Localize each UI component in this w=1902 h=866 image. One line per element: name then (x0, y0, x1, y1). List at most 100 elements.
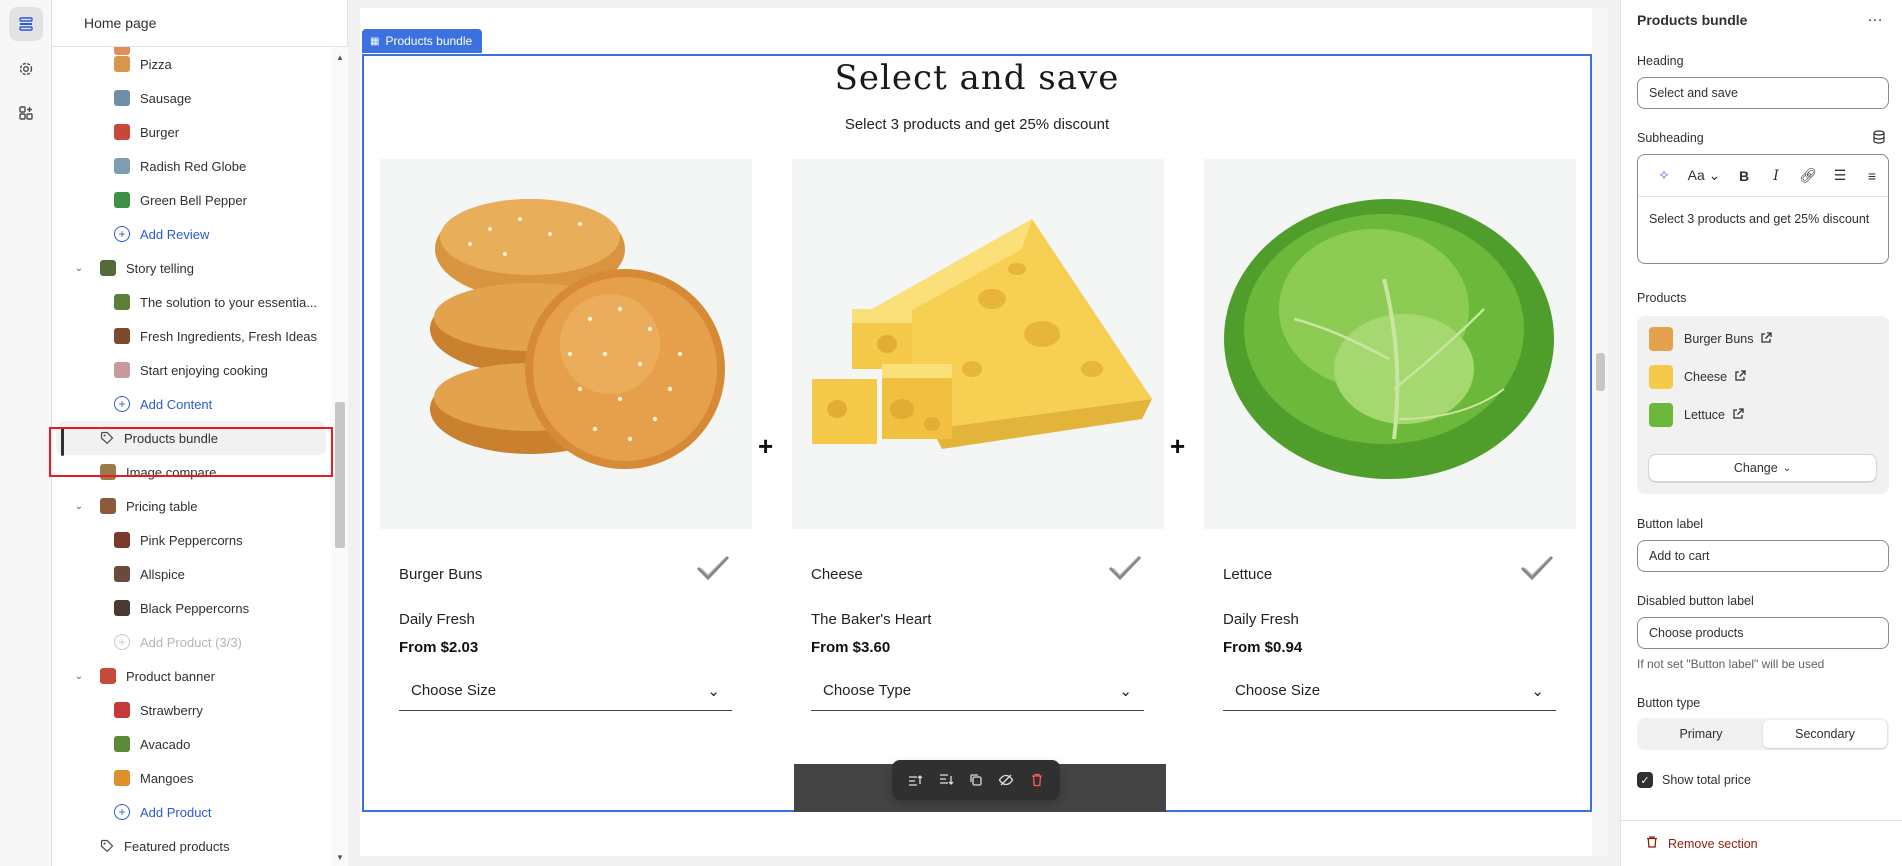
checkmark-icon[interactable] (1520, 554, 1554, 585)
add-block-add-review[interactable]: + Add Review (52, 217, 332, 251)
tree-item-strawberry[interactable]: Strawberry (52, 693, 332, 727)
chevron-down-icon[interactable]: ⌄ (72, 501, 86, 512)
tree-item-burger[interactable]: Burger (52, 115, 332, 149)
tree-item-label: Product banner (126, 668, 215, 684)
ai-sparkle-icon[interactable]: ✧ (1650, 163, 1678, 189)
product-thumbnail (1649, 403, 1673, 427)
product-price: From $3.60 (811, 639, 891, 656)
tag-icon (100, 431, 114, 445)
apps-icon[interactable] (9, 96, 43, 130)
variant-select[interactable]: Choose Type ⌄ (811, 671, 1144, 711)
more-options-icon[interactable]: … (1867, 8, 1884, 26)
change-products-button[interactable]: Change ⌄ (1648, 454, 1877, 482)
preview-scrollbar[interactable] (1592, 8, 1608, 856)
hide-icon[interactable] (995, 769, 1017, 791)
bold-icon[interactable]: B (1730, 163, 1758, 189)
disabled-button-label-input[interactable]: Choose products (1637, 617, 1889, 649)
variant-select[interactable]: Choose Size ⌄ (399, 671, 732, 711)
tree-item-radish-red-globe[interactable]: Radish Red Globe (52, 149, 332, 183)
dynamic-source-icon[interactable] (1872, 130, 1886, 147)
settings-title: Products bundle (1637, 12, 1748, 28)
section-item-story-telling[interactable]: ⌄ Story telling (52, 251, 332, 285)
tree-item-label: Start enjoying cooking (140, 362, 268, 378)
product-price: From $2.03 (399, 639, 479, 656)
scroll-down-icon[interactable]: ▼ (336, 853, 344, 862)
tree-item-green-bell-pepper[interactable]: Green Bell Pepper (52, 183, 332, 217)
subheading-editor[interactable]: ✧ Aa ⌄ B I 🔗︎ ☰ ≡ Select 3 products and … (1637, 154, 1889, 264)
product-item-name: Lettuce (1684, 408, 1726, 422)
product-image (1204, 159, 1576, 529)
heading-input[interactable]: Select and save (1637, 77, 1889, 109)
section-item-featured-products[interactable]: Featured products (52, 829, 332, 863)
checkbox-checked-icon[interactable]: ✓ (1637, 772, 1653, 788)
remove-section-button[interactable]: Remove section (1645, 835, 1758, 852)
product-card[interactable]: Cheese The Baker's Heart From $3.60 Choo… (792, 159, 1164, 711)
section-item-pricing-table[interactable]: ⌄ Pricing table (52, 489, 332, 523)
tree-item-pink-peppercorns[interactable]: Pink Peppercorns (52, 523, 332, 557)
move-down-icon[interactable] (935, 769, 957, 791)
section-grid-icon: ▦ (370, 35, 380, 47)
add-block-add-product[interactable]: + Add Product (52, 795, 332, 829)
scroll-thumb[interactable] (1596, 353, 1605, 391)
gear-icon[interactable] (9, 52, 43, 86)
trash-icon[interactable] (1026, 769, 1048, 791)
tree-item-avacado[interactable]: Avacado (52, 727, 332, 761)
text-style-icon[interactable]: Aa ⌄ (1682, 163, 1726, 189)
checkmark-icon[interactable] (1108, 554, 1142, 585)
button-type-secondary[interactable]: Secondary (1763, 720, 1887, 748)
external-link-icon[interactable] (1732, 407, 1744, 423)
tree-item-fresh-ingredients-fresh-ideas[interactable]: Fresh Ingredients, Fresh Ideas (52, 319, 332, 353)
chevron-down-icon: ⌄ (1119, 682, 1132, 700)
chevron-down-icon[interactable]: ⌄ (72, 671, 86, 682)
section-thumbnail (100, 668, 116, 684)
external-link-icon[interactable] (1734, 369, 1746, 385)
tree-item-pizza[interactable]: Pizza (52, 47, 332, 81)
numbered-list-icon[interactable]: ≡ (1858, 163, 1886, 189)
move-up-icon[interactable] (904, 769, 926, 791)
tree-item-allspice[interactable]: Allspice (52, 557, 332, 591)
subheading-editor-text[interactable]: Select 3 products and get 25% discount (1638, 197, 1888, 241)
product-card[interactable]: Burger Buns Daily Fresh From $2.03 Choos… (380, 159, 752, 711)
tree-item-sausage[interactable]: Sausage (52, 81, 332, 115)
tree-item-the-solution-to-your-essentia[interactable]: The solution to your essentia... (52, 285, 332, 319)
tree-item-label: The solution to your essentia... (140, 294, 318, 310)
rte-toolbar: ✧ Aa ⌄ B I 🔗︎ ☰ ≡ (1638, 155, 1888, 197)
product-item[interactable]: Lettuce (1649, 400, 1744, 430)
external-link-icon[interactable] (1760, 331, 1773, 347)
checkmark-icon[interactable] (696, 554, 730, 585)
left-scrollbar[interactable]: ▲ ▼ (332, 47, 348, 866)
product-item[interactable]: Burger Buns (1649, 324, 1773, 354)
page-title[interactable]: Home page (52, 0, 347, 47)
products-bundle-section[interactable]: Select and save Select 3 products and ge… (362, 54, 1592, 812)
item-thumbnail (114, 362, 130, 378)
item-thumbnail (114, 328, 130, 344)
show-total-price-checkbox[interactable]: ✓ Show total price (1637, 772, 1751, 788)
sections-icon[interactable] (9, 7, 43, 41)
tag-icon (100, 839, 114, 853)
tree-item-label: Add Product (3/3) (140, 634, 242, 650)
section-item-image-compare[interactable]: Image compare (52, 455, 332, 489)
tree-item-mangoes[interactable]: Mangoes (52, 761, 332, 795)
tree-item-start-enjoying-cooking[interactable]: Start enjoying cooking (52, 353, 332, 387)
product-card[interactable]: Lettuce Daily Fresh From $0.94 Choose Si… (1204, 159, 1576, 711)
product-item[interactable]: Cheese (1649, 362, 1746, 392)
cheese-illustration (812, 219, 1152, 449)
plus-circle-icon: + (114, 804, 130, 820)
button-label-input[interactable]: Add to cart (1637, 540, 1889, 572)
scroll-up-icon[interactable]: ▲ (336, 53, 344, 62)
variant-select[interactable]: Choose Size ⌄ (1223, 671, 1556, 711)
chevron-down-icon[interactable]: ⌄ (72, 263, 86, 274)
section-item-products-bundle[interactable]: Products bundle (56, 421, 326, 456)
scroll-thumb[interactable] (335, 402, 345, 548)
bullet-list-icon[interactable]: ☰ (1826, 163, 1854, 189)
section-tag[interactable]: ▦ Products bundle (362, 29, 483, 53)
duplicate-icon[interactable] (965, 769, 987, 791)
italic-icon[interactable]: I (1762, 163, 1790, 189)
product-thumbnail (1649, 327, 1673, 351)
lettuce-illustration (1224, 199, 1554, 479)
button-type-primary[interactable]: Primary (1639, 720, 1763, 748)
tree-item-black-peppercorns[interactable]: Black Peppercorns (52, 591, 332, 625)
add-block-add-content[interactable]: + Add Content (52, 387, 332, 421)
section-item-product-banner[interactable]: ⌄ Product banner (52, 659, 332, 693)
link-icon[interactable]: 🔗︎ (1794, 163, 1822, 189)
